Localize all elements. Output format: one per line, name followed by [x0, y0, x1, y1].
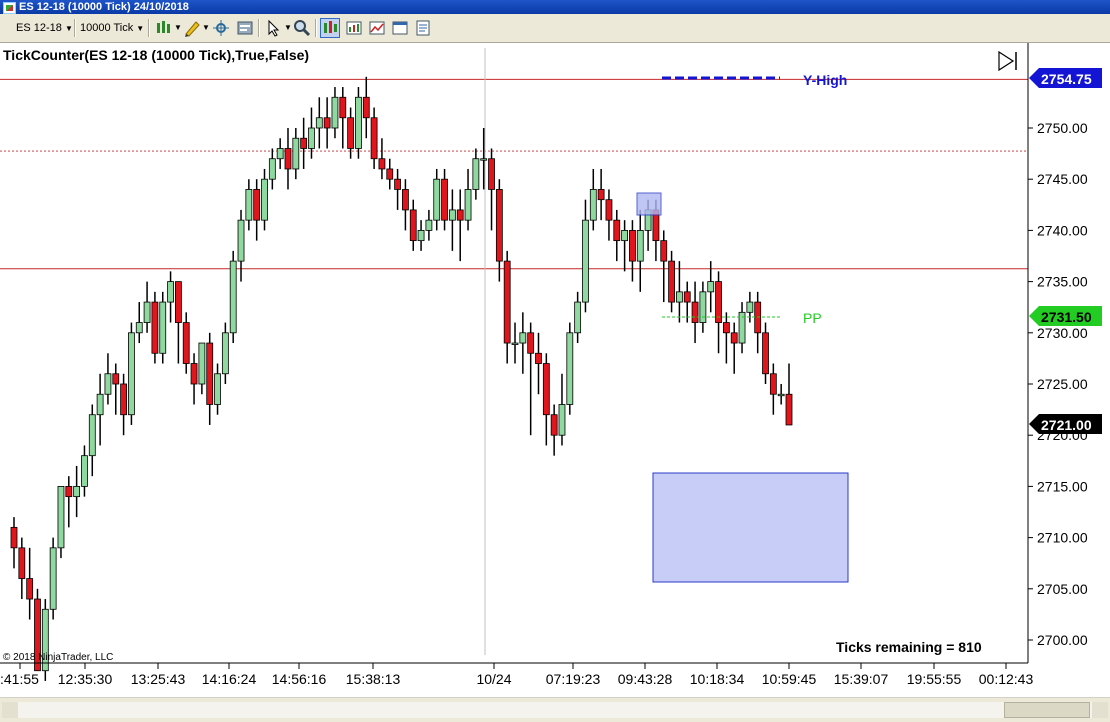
chevron-down-icon[interactable]: ▼ — [202, 19, 210, 37]
y-tick-label: 2725.00 — [1037, 376, 1088, 392]
scroll-track[interactable] — [18, 702, 1092, 718]
chart-background — [0, 43, 1110, 696]
x-tick-label: 10/24 — [476, 671, 511, 687]
price-label-last-text: 2721.00 — [1041, 417, 1092, 433]
candle — [41, 599, 49, 681]
x-tick-label: 10:18:34 — [690, 671, 745, 687]
candle — [57, 485, 65, 559]
x-tick-label: 14:56:16 — [272, 671, 327, 687]
window-title: ES 12-18 (10000 Tick) 24/10/2018 — [19, 1, 189, 13]
instrument-label: ES 12-18 — [16, 22, 62, 34]
data-box-icon[interactable] — [413, 18, 433, 38]
x-tick-label: 14:16:24 — [202, 671, 257, 687]
y-tick-label: 2710.00 — [1037, 530, 1088, 546]
instrument-selector[interactable]: ES 12-18 ▼ — [16, 19, 73, 37]
scroll-right-icon[interactable] — [1092, 702, 1108, 718]
x-tick-label: 07:19:23 — [546, 671, 601, 687]
x-tick-label: 12:35:30 — [58, 671, 113, 687]
y-tick-label: 2730.00 — [1037, 325, 1088, 341]
pencil-draw-icon[interactable] — [182, 18, 202, 38]
highlight-box-small[interactable] — [636, 192, 662, 216]
price-label-y-high: 2754.75 — [1029, 68, 1102, 88]
chart-type-icon[interactable] — [320, 18, 340, 38]
y-tick-label: 2700.00 — [1037, 632, 1088, 648]
x-tick-label: 00:12:43 — [979, 671, 1034, 687]
price-chart[interactable]: Y-High PP TickCounter(ES 12-18 (10000 Ti… — [0, 43, 1110, 696]
price-label-pp-text: 2731.50 — [1041, 309, 1092, 325]
indicator-label: TickCounter(ES 12-18 (10000 Tick),True,F… — [3, 47, 309, 63]
pp-label: PP — [803, 310, 822, 326]
chart-window-icon[interactable] — [390, 18, 410, 38]
y-tick-label: 2745.00 — [1037, 171, 1088, 187]
y-tick-label: 2740.00 — [1037, 222, 1088, 238]
toolbar-divider — [74, 19, 76, 37]
x-tick-label: :41:55 — [0, 671, 39, 687]
window-titlebar: ES 12-18 (10000 Tick) 24/10/2018 — [0, 0, 1110, 14]
horizontal-scrollbar[interactable] — [0, 697, 1110, 722]
chevron-down-icon[interactable]: ▼ — [284, 19, 292, 37]
chevron-down-icon[interactable]: ▼ — [174, 19, 182, 37]
scroll-to-end-icon[interactable] — [996, 50, 1020, 72]
x-tick-label: 10:59:45 — [762, 671, 817, 687]
properties-icon[interactable] — [235, 18, 255, 38]
scroll-thumb[interactable] — [1004, 702, 1090, 718]
candle — [229, 250, 237, 344]
y-tick-label: 2705.00 — [1037, 581, 1088, 597]
candle — [355, 87, 362, 159]
price-label-pp: 2731.50 — [1029, 306, 1102, 326]
candle — [49, 537, 57, 620]
y-high-label: Y-High — [803, 72, 847, 88]
chevron-down-icon: ▼ — [136, 24, 145, 33]
x-tick-label: 15:38:13 — [346, 671, 401, 687]
x-tick-label: 13:25:43 — [131, 671, 186, 687]
crosshair-icon[interactable] — [211, 18, 231, 38]
y-tick-label: 2735.00 — [1037, 274, 1088, 290]
interval-selector[interactable]: 10000 Tick ▼ — [80, 19, 144, 37]
bar-style-icon[interactable] — [154, 18, 174, 38]
x-tick-label: 09:43:28 — [618, 671, 673, 687]
ticks-remaining-text: Ticks remaining = 810 — [836, 639, 982, 655]
toolbar-divider — [148, 19, 150, 37]
zoom-icon[interactable] — [292, 18, 312, 38]
copyright-text: © 2018 NinjaTrader, LLC — [3, 652, 113, 663]
x-tick-label: 19:55:55 — [907, 671, 962, 687]
candle — [566, 322, 574, 415]
strategies-icon[interactable] — [367, 18, 387, 38]
price-label-y-high-text: 2754.75 — [1041, 71, 1092, 87]
chart-toolbar: ES 12-18 ▼ 10000 Tick ▼ ▼ ▼ ▼ — [0, 14, 1110, 43]
toolbar-divider — [258, 19, 260, 37]
y-tick-label: 2750.00 — [1037, 120, 1088, 136]
candle — [159, 291, 167, 364]
arrow-pointer-icon[interactable] — [264, 18, 284, 38]
app-icon — [3, 2, 16, 14]
toolbar-divider — [315, 19, 317, 37]
x-tick-label: 15:39:07 — [834, 671, 889, 687]
chevron-down-icon: ▼ — [64, 24, 73, 33]
candle — [151, 291, 159, 364]
highlight-box-large[interactable] — [652, 472, 849, 583]
price-label-last: 2721.00 — [1029, 414, 1102, 434]
interval-label: 10000 Tick — [80, 22, 134, 34]
y-tick-label: 2715.00 — [1037, 478, 1088, 494]
indicators-icon[interactable] — [344, 18, 364, 38]
candle — [128, 322, 135, 425]
scroll-left-icon[interactable] — [2, 702, 18, 718]
